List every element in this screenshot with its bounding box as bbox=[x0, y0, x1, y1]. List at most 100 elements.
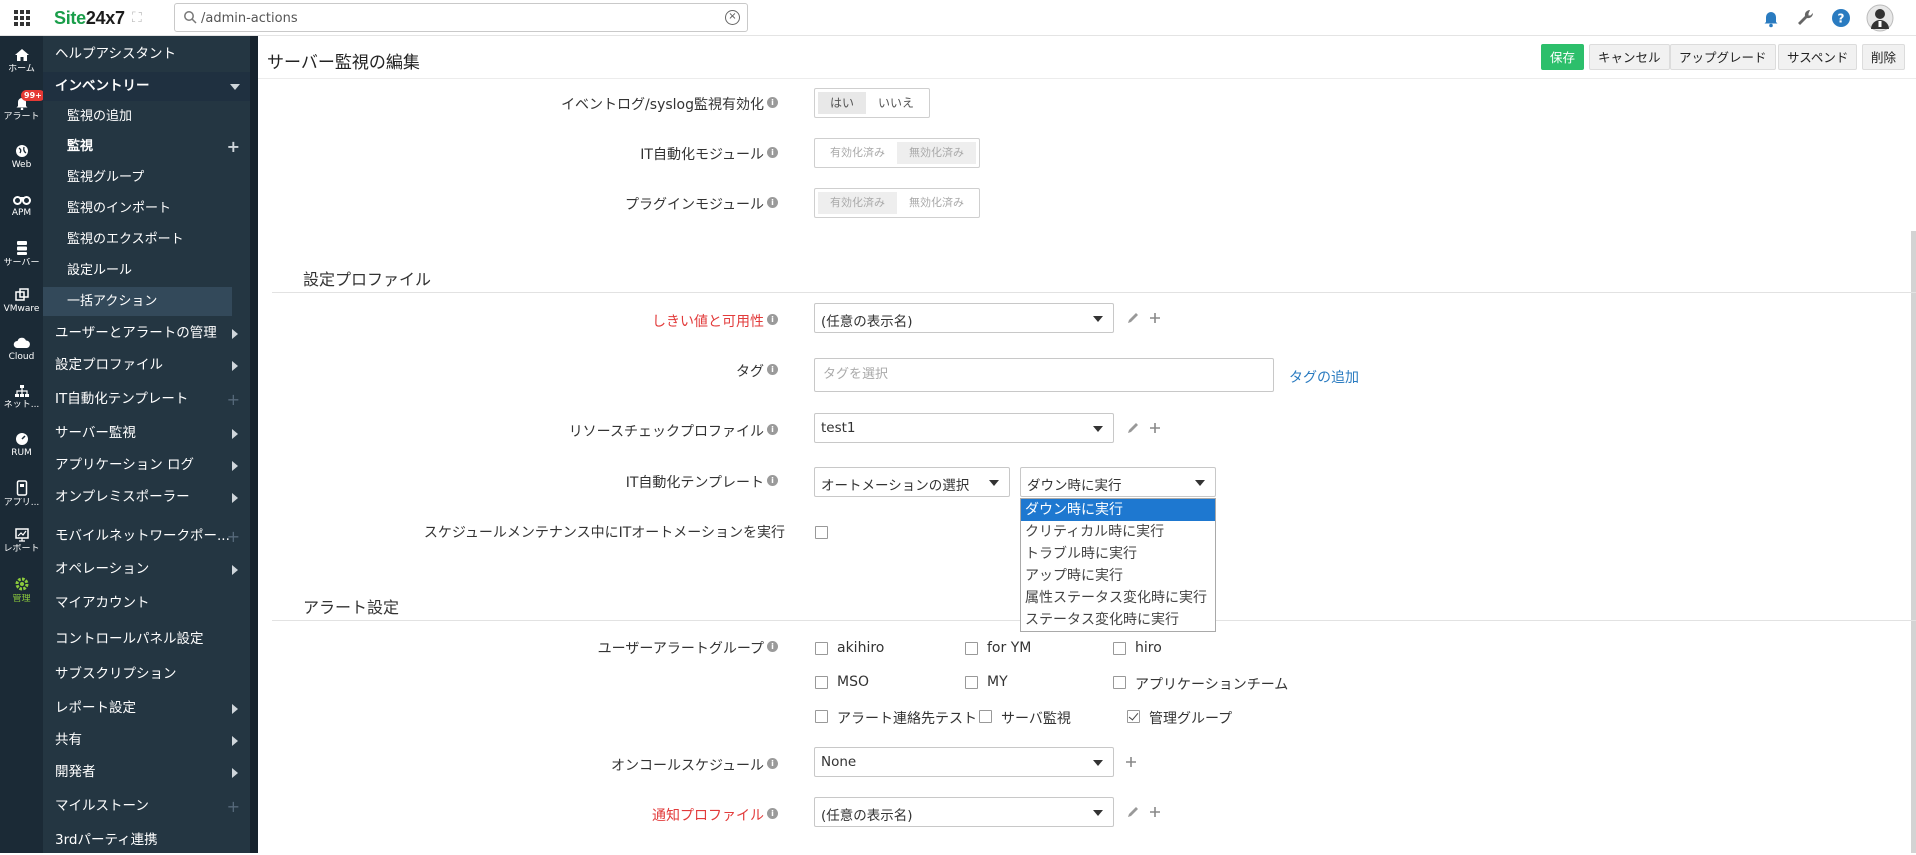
sidebar-item-app-logs[interactable]: アプリケーション ログ bbox=[43, 451, 250, 480]
cancel-button[interactable]: キャンセル bbox=[1589, 44, 1670, 70]
rail-vmware[interactable]: VMware bbox=[0, 282, 43, 328]
plugin-module-enabled-option[interactable]: 有効化済み bbox=[818, 192, 897, 214]
group-checkbox-akihiro[interactable] bbox=[815, 642, 828, 655]
dropdown-option[interactable]: トラブル時に実行 bbox=[1021, 543, 1215, 565]
info-icon[interactable]: i bbox=[767, 314, 778, 325]
plus-icon[interactable]: + bbox=[227, 792, 240, 821]
add-tag-link[interactable]: タグの追加 bbox=[1289, 367, 1359, 387]
group-checkbox-admin-group[interactable] bbox=[1127, 710, 1140, 723]
plus-icon[interactable] bbox=[1148, 805, 1162, 819]
it-module-disabled-option[interactable]: 無効化済み bbox=[897, 142, 976, 164]
dropdown-option[interactable]: アップ時に実行 bbox=[1021, 565, 1215, 587]
sidebar-item-my-account[interactable]: マイアカウント bbox=[43, 589, 250, 618]
dropdown-option[interactable]: クリティカル時に実行 bbox=[1021, 521, 1215, 543]
group-checkbox-app-team[interactable] bbox=[1113, 676, 1126, 689]
sidebar-item-add-monitor[interactable]: 監視の追加 bbox=[43, 102, 250, 131]
rail-home[interactable]: ホーム bbox=[0, 42, 43, 88]
sidebar-item-monitors[interactable]: 監視 + bbox=[43, 132, 250, 161]
plus-icon[interactable]: + bbox=[227, 522, 240, 551]
resource-check-select[interactable]: test1 bbox=[814, 413, 1114, 443]
rail-apps[interactable]: アプリ... bbox=[0, 474, 43, 520]
threshold-select[interactable]: (任意の表示名) bbox=[814, 303, 1114, 333]
sidebar-item-inventory[interactable]: インベントリー bbox=[43, 72, 250, 101]
info-icon[interactable]: i bbox=[767, 364, 778, 375]
plugin-module-disabled-option[interactable]: 無効化済み bbox=[897, 192, 976, 214]
pencil-icon[interactable] bbox=[1126, 805, 1140, 819]
run-condition-select[interactable]: ダウン時に実行 bbox=[1020, 467, 1216, 497]
dropdown-option[interactable]: ダウン時に実行 bbox=[1021, 499, 1215, 521]
notification-profile-select[interactable]: (任意の表示名) bbox=[814, 797, 1114, 827]
sidebar-item-user-alert-mgmt[interactable]: ユーザーとアラートの管理 bbox=[43, 319, 250, 348]
rail-web[interactable]: Web bbox=[0, 138, 43, 184]
group-checkbox-server-monitoring[interactable] bbox=[979, 710, 992, 723]
add-monitor-plus-icon[interactable]: + bbox=[227, 132, 240, 161]
sidebar-item-it-automation[interactable]: IT自動化テンプレート + bbox=[43, 385, 250, 414]
sidebar-item-help-assistant[interactable]: ヘルプアシスタント bbox=[43, 40, 250, 69]
suspend-button[interactable]: サスペンド bbox=[1778, 44, 1858, 70]
tags-input[interactable] bbox=[823, 367, 1183, 382]
sidebar-scrollbar[interactable] bbox=[250, 36, 258, 853]
rail-server[interactable]: サーバー bbox=[0, 234, 43, 280]
info-icon[interactable]: i bbox=[767, 97, 778, 108]
tags-field[interactable] bbox=[814, 358, 1274, 392]
info-icon[interactable]: i bbox=[767, 641, 778, 652]
info-icon[interactable]: i bbox=[767, 197, 778, 208]
info-icon[interactable]: i bbox=[767, 475, 778, 486]
eventlog-toggle[interactable]: はい いいえ bbox=[814, 88, 931, 118]
sidebar-item-server-monitoring[interactable]: サーバー監視 bbox=[43, 419, 250, 448]
dropdown-option[interactable]: ステータス変化時に実行 bbox=[1021, 609, 1215, 631]
fullscreen-icon[interactable]: ⛶ bbox=[132, 11, 146, 25]
notification-bell-icon[interactable] bbox=[1760, 7, 1782, 29]
sidebar-item-share[interactable]: 共有 bbox=[43, 726, 250, 755]
group-checkbox-my[interactable] bbox=[965, 676, 978, 689]
plus-icon[interactable] bbox=[1148, 311, 1162, 325]
eventlog-no-option[interactable]: いいえ bbox=[866, 92, 926, 114]
clear-search-icon[interactable]: × bbox=[725, 10, 740, 25]
user-avatar[interactable] bbox=[1866, 4, 1894, 32]
group-checkbox-for-ym[interactable] bbox=[965, 642, 978, 655]
sidebar-item-report-settings[interactable]: レポート設定 bbox=[43, 694, 250, 723]
rail-rum[interactable]: RUM bbox=[0, 426, 43, 472]
group-checkbox-alert-contact-test[interactable] bbox=[815, 710, 828, 723]
sidebar-item-third-party[interactable]: 3rdパーティ連携 bbox=[43, 826, 250, 855]
upgrade-button[interactable]: アップグレード bbox=[1670, 44, 1776, 70]
page-scrollbar[interactable] bbox=[1911, 231, 1916, 853]
sidebar-item-config-rules[interactable]: 設定ルール bbox=[43, 256, 250, 285]
plus-icon[interactable] bbox=[1148, 421, 1162, 435]
sidebar-item-export-monitors[interactable]: 監視のエクスポート bbox=[43, 225, 250, 254]
rail-apm[interactable]: APM bbox=[0, 186, 43, 232]
eventlog-yes-option[interactable]: はい bbox=[818, 92, 867, 114]
sidebar-item-subscription[interactable]: サブスクリプション bbox=[43, 660, 250, 689]
save-button[interactable]: 保存 bbox=[1541, 44, 1585, 70]
rail-network[interactable]: ネット... bbox=[0, 378, 43, 424]
sidebar-item-control-panel[interactable]: コントロールパネル設定 bbox=[43, 625, 250, 654]
sidebar-item-mobile-network-poller[interactable]: モバイルネットワークポー... + bbox=[43, 522, 250, 551]
rail-alerts[interactable]: 99+ アラート bbox=[0, 90, 45, 136]
maintenance-checkbox[interactable] bbox=[815, 526, 828, 539]
sidebar-item-onprem-poller[interactable]: オンプレミスポーラー bbox=[43, 483, 250, 512]
sidebar-item-monitor-groups[interactable]: 監視グループ bbox=[43, 163, 250, 192]
wrench-icon[interactable] bbox=[1795, 7, 1817, 29]
info-icon[interactable]: i bbox=[767, 147, 778, 158]
sidebar-item-developer[interactable]: 開発者 bbox=[43, 758, 250, 787]
it-module-toggle[interactable]: 有効化済み 無効化済み bbox=[814, 138, 980, 168]
delete-button[interactable]: 削除 bbox=[1862, 44, 1906, 70]
dropdown-option[interactable]: 属性ステータス変化時に実行 bbox=[1021, 587, 1215, 609]
pencil-icon[interactable] bbox=[1126, 311, 1140, 325]
rail-reports[interactable]: レポート bbox=[0, 522, 43, 568]
sidebar-item-import-monitors[interactable]: 監視のインポート bbox=[43, 194, 250, 223]
it-module-enabled-option[interactable]: 有効化済み bbox=[818, 142, 897, 164]
group-checkbox-mso[interactable] bbox=[815, 676, 828, 689]
rail-admin[interactable]: 管理 bbox=[0, 570, 43, 616]
brand-logo[interactable]: Site24x7 bbox=[54, 8, 125, 29]
plugin-module-toggle[interactable]: 有効化済み 無効化済み bbox=[814, 188, 980, 218]
oncall-select[interactable]: None bbox=[814, 747, 1114, 777]
plus-icon[interactable]: + bbox=[227, 385, 240, 414]
apps-grid-icon[interactable] bbox=[14, 10, 30, 26]
info-icon[interactable]: i bbox=[767, 758, 778, 769]
help-icon[interactable]: ? bbox=[1830, 7, 1852, 29]
search-input[interactable] bbox=[201, 8, 701, 28]
sidebar-item-milestones[interactable]: マイルストーン + bbox=[43, 792, 250, 821]
info-icon[interactable]: i bbox=[767, 808, 778, 819]
rail-cloud[interactable]: Cloud bbox=[0, 330, 43, 376]
